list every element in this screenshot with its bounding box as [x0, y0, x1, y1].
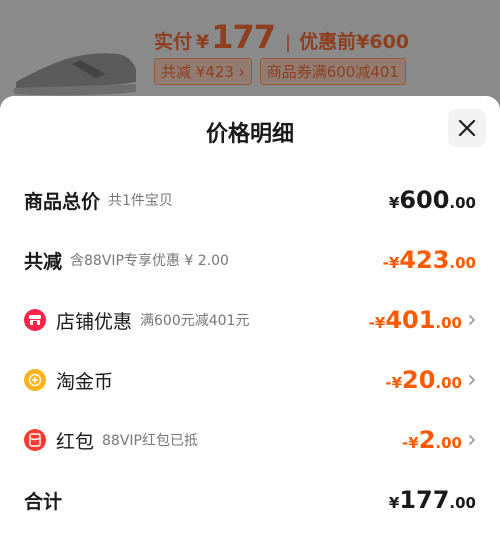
price-detail-sheet: 价格明细 商品总价 共1件宝贝 ¥ 600 .00 共减 含88VIP专享优惠 … [0, 96, 500, 540]
paid-price-line: 实付 ¥ 177 | 优惠前 ¥600 [154, 18, 409, 56]
chevron-right-icon [468, 374, 476, 386]
paid-amount: 177 [211, 18, 276, 56]
row-total-reduction: 共减 含88VIP专享优惠 ¥ 2.00 -¥ 423 .00 [24, 243, 476, 277]
row-shop-discount[interactable]: 店铺优惠 满600元减401元 -¥ 401 .00 [24, 303, 476, 337]
price-divider: | [285, 32, 292, 53]
amount-decimal: .00 [449, 254, 476, 272]
amount-integer: 600 [399, 186, 450, 214]
amount-currency: -¥ [368, 314, 386, 332]
row-sub: 满600元减401元 [140, 313, 250, 329]
amount-currency: -¥ [402, 434, 419, 452]
shoe-thumbnail [14, 53, 136, 96]
amount-decimal: .00 [435, 314, 462, 332]
total-reduction-tag[interactable]: 共减 ¥423 › [154, 58, 252, 85]
coupon-tag: 商品券满600减401 [259, 58, 406, 85]
row-amount: -¥ 401 .00 [369, 306, 476, 334]
amount-currency: ¥ [388, 494, 400, 512]
red-packet-icon [24, 429, 46, 451]
original-label: 优惠前 [299, 31, 357, 53]
amount-currency: -¥ [382, 254, 400, 272]
row-taojinbi[interactable]: 淘金币 -¥ 20 .00 [24, 363, 476, 397]
row-amount: -¥ 2 .00 [402, 426, 476, 454]
amount-currency: -¥ [385, 374, 403, 392]
row-red-packet[interactable]: 红包 88VIP红包已抵 -¥ 2 .00 [24, 423, 476, 457]
amount-decimal: .00 [449, 494, 476, 512]
chevron-right-icon [468, 434, 476, 446]
row-amount: ¥ 177 .00 [389, 486, 476, 514]
row-sub: 88VIP红包已抵 [102, 433, 198, 449]
row-goods-total: 商品总价 共1件宝贝 ¥ 600 .00 [24, 183, 476, 217]
row-sub: 共1件宝贝 [108, 193, 173, 209]
row-label: 商品总价 [24, 190, 101, 213]
shop-icon [24, 309, 46, 331]
amount-integer: 20 [402, 366, 436, 394]
amount-integer: 177 [399, 486, 450, 514]
product-header-background: 实付 ¥ 177 | 优惠前 ¥600 共减 ¥423 › 商品券满600减40… [0, 0, 500, 110]
chevron-right-icon [468, 314, 476, 326]
row-label: 店铺优惠 [56, 310, 133, 333]
row-label: 淘金币 [56, 370, 114, 393]
row-grand-total: 合计 ¥ 177 .00 [24, 483, 476, 517]
row-label: 合计 [24, 490, 63, 513]
close-button[interactable] [448, 109, 486, 147]
row-sub: 含88VIP专享优惠 ¥ 2.00 [70, 253, 229, 269]
row-amount: ¥ 600 .00 [389, 186, 476, 214]
close-icon [458, 119, 476, 137]
amount-integer: 2 [418, 426, 436, 454]
amount-currency: ¥ [388, 194, 400, 212]
coin-icon [24, 369, 46, 391]
row-amount: -¥ 423 .00 [383, 246, 476, 274]
amount-decimal: .00 [435, 434, 462, 452]
amount-decimal: .00 [449, 194, 476, 212]
discount-tags: 共减 ¥423 › 商品券满600减401 [154, 58, 406, 85]
sheet-title: 价格明细 [205, 122, 294, 147]
row-amount: -¥ 20 .00 [385, 366, 476, 394]
paid-currency: ¥ [196, 31, 210, 53]
amount-integer: 401 [385, 306, 436, 334]
amount-integer: 423 [399, 246, 450, 274]
amount-decimal: .00 [435, 374, 462, 392]
original-price: ¥600 [356, 31, 410, 53]
row-label: 红包 [56, 430, 95, 453]
row-label: 共减 [24, 250, 63, 273]
paid-label: 实付 [154, 31, 193, 53]
